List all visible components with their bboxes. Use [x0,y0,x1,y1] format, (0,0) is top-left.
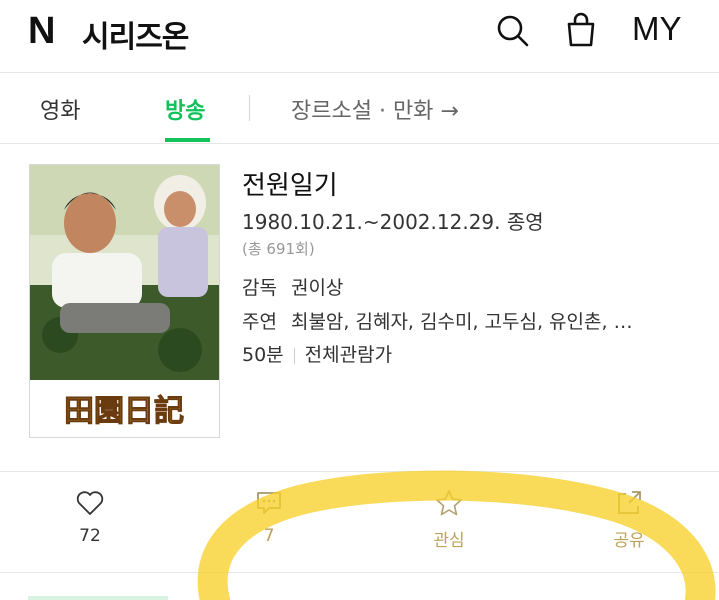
app-title[interactable]: 시리즈온 [82,12,189,56]
program-poster[interactable]: 田園日記 [29,164,220,438]
green-strip [28,596,168,600]
my-page-button[interactable]: MY [632,10,682,48]
cast-row: 주연 최불암, 김혜자, 김수미, 고두심, 유인촌, … [242,307,633,334]
like-button[interactable]: 72 [50,488,130,546]
divider [0,471,719,472]
meta-divider [293,347,295,364]
wish-label: 관심 [433,531,465,551]
cast-label: 주연 [242,311,277,333]
tab-genre-novel-comic[interactable]: 장르소설 · 만화 → [291,93,459,125]
cast-names[interactable]: 최불암, 김혜자, 김수미, 고두심, 유인촌, … [291,311,633,333]
category-tabs: 영화 방송 장르소설 · 만화 → [0,73,719,144]
director-label: 감독 [242,277,277,299]
like-count: 72 [79,526,101,546]
wish-button[interactable]: 관심 [409,488,489,551]
program-title: 전원일기 [242,171,338,201]
comment-button[interactable]: 7 [229,488,309,546]
share-button[interactable]: 공유 [589,488,669,551]
tab-movie[interactable]: 영화 [40,93,80,125]
comment-icon [257,492,281,514]
poster-caption: 田園日記 [64,394,184,429]
logo-n-icon[interactable]: N [28,10,55,53]
director-name[interactable]: 권이상 [291,277,343,299]
tab-broadcast[interactable]: 방송 [165,93,205,125]
episode-count: (총 691회) [242,240,315,258]
runtime: 50분 [242,344,284,366]
divider [0,572,719,573]
air-dates: 1980.10.21.~2002.12.29. 종영 [242,210,544,234]
heart-icon [76,491,104,515]
director-row: 감독 권이상 [242,273,343,300]
shopping-bag-icon[interactable] [561,10,601,50]
meta-row: 50분 전체관람가 [242,340,392,367]
star-icon [436,490,462,516]
rating: 전체관람가 [304,344,393,366]
search-icon[interactable] [492,10,532,50]
app-header: N 시리즈온 MY [0,0,719,73]
tab-divider [249,95,250,121]
share-label: 공유 [613,531,645,551]
comment-count: 7 [263,526,275,546]
active-tab-indicator [165,138,210,142]
share-icon [618,491,641,514]
